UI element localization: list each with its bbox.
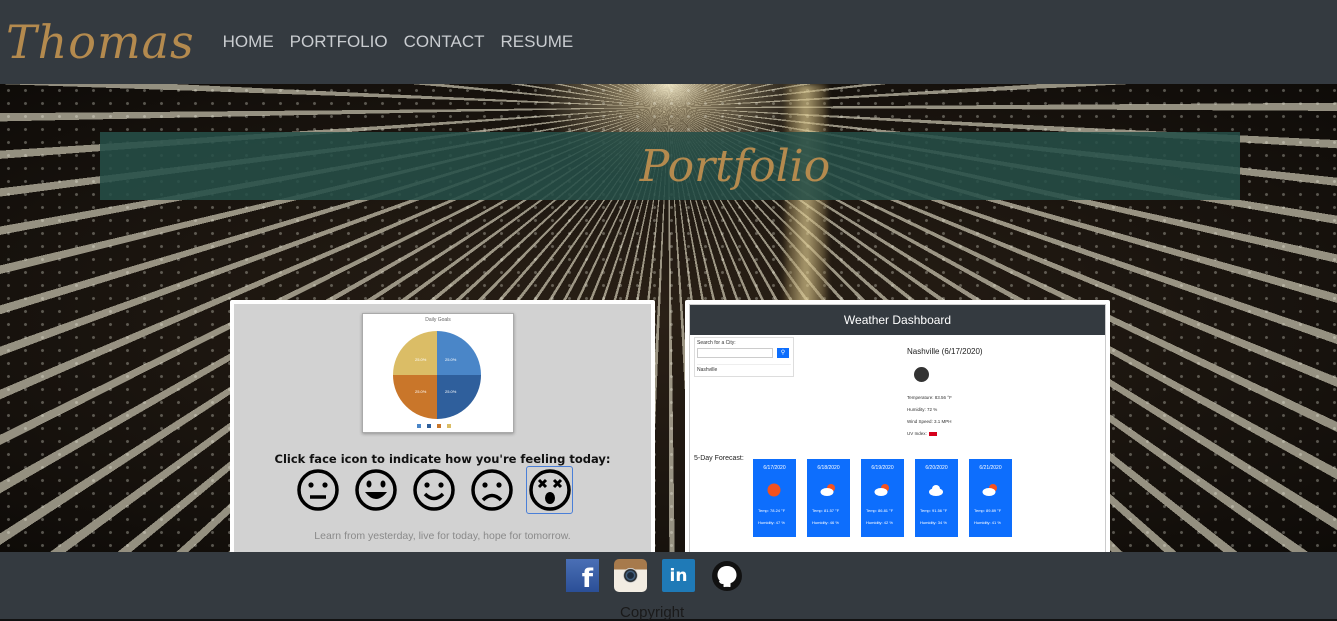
chart-legend: [417, 424, 451, 428]
legend-swatch: [447, 424, 451, 428]
nav-link-portfolio[interactable]: PORTFOLIO: [282, 32, 396, 52]
neutral-face-icon: [294, 466, 341, 514]
grinning-face-icon: [352, 466, 399, 514]
forecast-card: 6/17/2020 Temp: 78.24 °F Humidity: 47 %: [753, 459, 796, 537]
forecast-humidity: Humidity: 47 %: [758, 520, 785, 525]
copyright-text: Copyright: [620, 604, 685, 621]
current-temperature: Temperature: 83.56 °F: [907, 395, 952, 400]
navbar: Thomas HOME PORTFOLIO CONTACT RESUME: [0, 0, 1337, 84]
social-links: f in: [566, 559, 743, 592]
forecast-humidity: Humidity: 41 %: [974, 520, 1001, 525]
forecast-temp: Temp: 78.24 °F: [758, 508, 786, 513]
page-title: Portfolio: [639, 140, 831, 192]
chart-title: Daily Goals: [425, 317, 451, 323]
uv-badge: [928, 431, 937, 436]
pie-chart: 25.0% 25.0% 25.0% 25.0%: [393, 331, 481, 419]
pie-chart-panel: Daily Goals 25.0% 25.0% 25.0% 25.0%: [362, 313, 514, 433]
forecast-temp: Temp: 91.56 °F: [920, 508, 948, 513]
mood-quote: Learn from yesterday, live for today, ho…: [314, 530, 571, 542]
cloud-icon: [929, 485, 943, 496]
partly-cloudy-icon: [874, 484, 889, 496]
forecast-date: 6/19/2020: [871, 465, 894, 471]
forecast-card: 6/19/2020 Temp: 86.81 °F Humidity: 42 %: [861, 459, 904, 537]
forecast-card: 6/21/2020 Temp: 89.89 °F Humidity: 41 %: [969, 459, 1012, 537]
forecast-humidity: Humidity: 34 %: [920, 520, 947, 525]
pie-label: 25.0%: [445, 357, 457, 362]
project-card-weather-dashboard[interactable]: Weather Dashboard Search for a City: ⚲ N…: [685, 300, 1110, 552]
current-weather-title: Nashville (6/17/2020): [907, 347, 983, 356]
current-humidity: Humidity: 72 %: [907, 407, 938, 412]
forecast-date: 6/17/2020: [763, 465, 786, 471]
forecast-date: 6/20/2020: [925, 465, 948, 471]
legend-swatch: [437, 424, 441, 428]
partly-cloudy-icon: [982, 484, 997, 496]
forecast-date: 6/18/2020: [817, 465, 840, 471]
partly-cloudy-icon: [820, 484, 835, 496]
brand-logo[interactable]: Thomas: [6, 15, 195, 69]
search-label: Search for a City:: [697, 340, 736, 346]
dizzy-face-icon: [526, 466, 573, 514]
nav-link-resume[interactable]: RESUME: [493, 32, 582, 52]
pie-label: 25.0%: [415, 389, 427, 394]
forecast-temp: Temp: 81.57 °F: [812, 508, 840, 513]
forecast-humidity: Humidity: 42 %: [866, 520, 893, 525]
forecast-humidity: Humidity: 46 %: [812, 520, 839, 525]
forecast-card: 6/20/2020 Temp: 91.56 °F Humidity: 34 %: [915, 459, 958, 537]
footer: f in Copyright: [0, 552, 1337, 621]
frowning-face-icon: [468, 466, 515, 514]
hero-background: Portfolio Daily Goals 25.0% 25.0% 25.0% …: [0, 84, 1337, 552]
search-history-item: Nashville: [697, 364, 791, 373]
forecast-label: 5-Day Forecast:: [694, 455, 744, 462]
project-screenshot-weather-dashboard: Weather Dashboard Search for a City: ⚲ N…: [689, 304, 1106, 552]
forecast-card: 6/18/2020 Temp: 81.57 °F Humidity: 46 %: [807, 459, 850, 537]
search-input: [697, 348, 773, 358]
sun-icon: [767, 483, 781, 497]
project-screenshot-mood-tracker: Daily Goals 25.0% 25.0% 25.0% 25.0% Clic…: [234, 304, 651, 552]
linkedin-icon[interactable]: in: [662, 559, 695, 592]
forecast-date: 6/21/2020: [979, 465, 1002, 471]
forecast-cards: 6/17/2020 Temp: 78.24 °F Humidity: 47 % …: [753, 459, 1012, 537]
pie-label: 25.0%: [445, 389, 457, 394]
project-card-mood-tracker[interactable]: Daily Goals 25.0% 25.0% 25.0% 25.0% Clic…: [230, 300, 655, 552]
forecast-temp: Temp: 89.89 °F: [974, 508, 1002, 513]
nav-link-contact[interactable]: CONTACT: [396, 32, 493, 52]
smiling-face-icon: [410, 466, 457, 514]
github-icon[interactable]: [710, 559, 743, 592]
nav-link-home[interactable]: HOME: [215, 32, 282, 52]
current-weather-icon: [914, 367, 929, 382]
face-icon-row: [294, 466, 573, 514]
legend-swatch: [417, 424, 421, 428]
facebook-icon[interactable]: f: [566, 559, 599, 592]
uv-label: UV Index:: [907, 431, 927, 436]
search-icon: ⚲: [777, 348, 789, 358]
pie-label: 25.0%: [415, 357, 427, 362]
page-title-band: Portfolio: [100, 132, 1240, 200]
nav-links: HOME PORTFOLIO CONTACT RESUME: [215, 32, 582, 52]
current-wind: Wind Speed: 3.1 MPH: [907, 419, 952, 424]
forecast-temp: Temp: 86.81 °F: [866, 508, 894, 513]
current-uv: UV Index:: [907, 431, 937, 436]
instagram-icon[interactable]: [614, 559, 647, 592]
legend-swatch: [427, 424, 431, 428]
weather-search-panel: Search for a City: ⚲ Nashville: [694, 337, 794, 377]
weather-header: Weather Dashboard: [690, 305, 1105, 335]
hero-light-pole: [785, 84, 827, 324]
mood-prompt: Click face icon to indicate how you're f…: [274, 452, 611, 466]
